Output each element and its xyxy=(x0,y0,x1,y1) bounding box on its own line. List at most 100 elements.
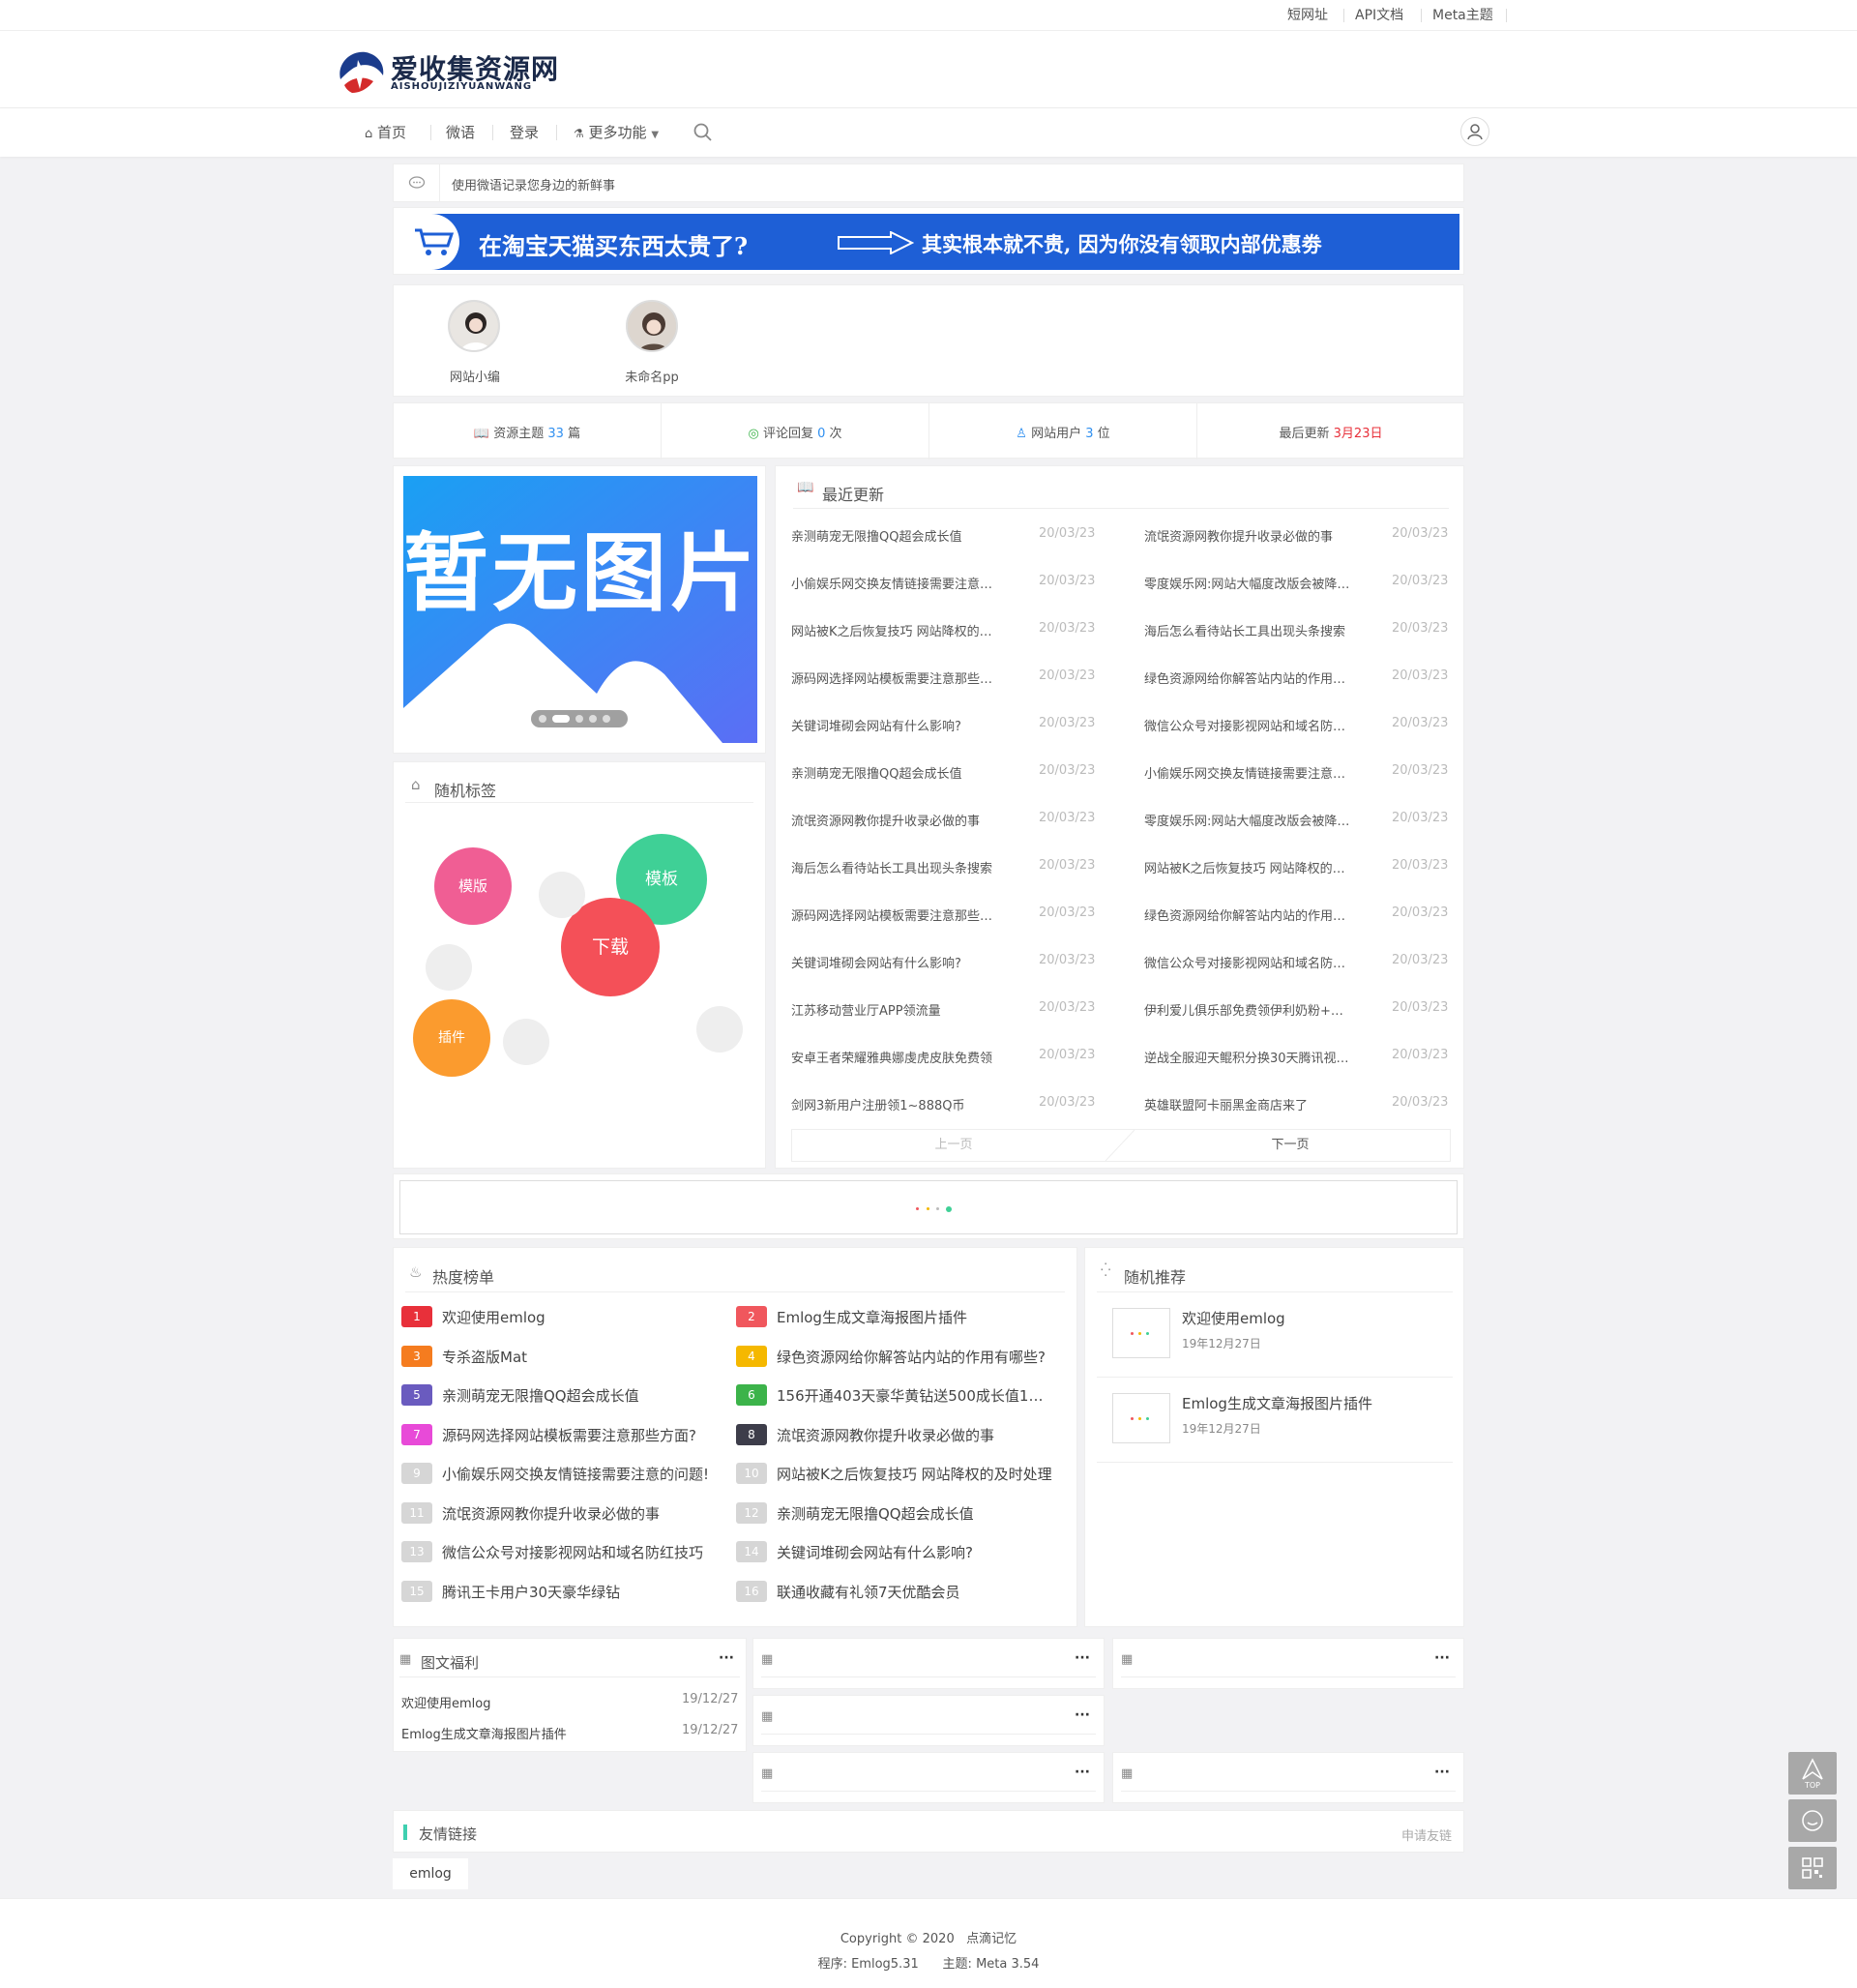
tag-bubble-empty[interactable] xyxy=(696,1006,743,1053)
hot-list-item[interactable]: 2 Emlog生成文章海报图片插件 xyxy=(736,1306,1065,1329)
list-item[interactable]: Emlog生成文章海报图片插件 19年12月27日 xyxy=(1097,1378,1453,1463)
more-button[interactable]: ··· xyxy=(1075,1650,1090,1666)
user-avatar-icon[interactable] xyxy=(1460,117,1489,146)
hot-list-item[interactable]: 3 专杀盗版Mat xyxy=(401,1345,730,1369)
divider xyxy=(492,125,493,140)
recent-list-item[interactable]: 江苏移动营业厅APP领流量 20/03/23 xyxy=(791,1000,1099,1020)
loading-dot xyxy=(936,1207,939,1210)
hot-list-item[interactable]: 5 亲测萌宠无限撸QQ超会成长值 xyxy=(401,1384,730,1408)
apply-link-button[interactable]: 申请友链 xyxy=(1401,1825,1452,1844)
recent-list-item[interactable]: 关键词堆砌会网站有什么影响? 20/03/23 xyxy=(791,716,1099,735)
hot-list-item[interactable]: 11 流氓资源网教你提升收录必做的事 xyxy=(401,1501,730,1526)
recent-list-item[interactable]: 小偷娱乐网交换友情链接需要注意的问题! 20/03/23 xyxy=(791,574,1099,593)
top-link-meta-theme[interactable]: Meta主题 xyxy=(1432,5,1493,26)
list-item[interactable]: 欢迎使用emlog 19年12月27日 xyxy=(1097,1292,1453,1378)
search-icon[interactable] xyxy=(693,122,714,143)
friend-link[interactable]: emlog xyxy=(393,1858,468,1889)
nav-more[interactable]: ⚗ 更多功能 ▼ xyxy=(574,120,659,145)
program-link[interactable]: Emlog5.31 xyxy=(851,1957,919,1972)
item-title: 源码网选择网站模板需要注意那些方面? xyxy=(791,672,999,687)
recent-list-item[interactable]: 亲测萌宠无限撸QQ超会成长值 20/03/23 xyxy=(791,526,1099,546)
hot-list-item[interactable]: 8 流氓资源网教你提升收录必做的事 xyxy=(736,1423,1065,1447)
hot-list-item[interactable]: 10 网站被K之后恢复技巧 网站降权的及时处理 xyxy=(736,1463,1065,1486)
recent-list-item[interactable]: 英雄联盟阿卡丽黑金商店来了 20/03/23 xyxy=(1144,1095,1452,1114)
stat-comments: ◎ 评论回复 0 次 xyxy=(662,423,928,441)
slider-image[interactable]: 暂无图片 xyxy=(403,476,757,743)
recent-list-item[interactable]: 逆战全服迎天鲲积分换30天腾讯视频会员 20/03/23 xyxy=(1144,1048,1452,1067)
recent-list-item[interactable]: 伊利爱儿俱乐部免费领伊利奶粉+礼品 20/03/23 xyxy=(1144,1000,1452,1020)
slider-dot[interactable] xyxy=(603,715,610,723)
recent-list-item[interactable]: 流氓资源网教你提升收录必做的事 20/03/23 xyxy=(791,811,1099,830)
card-header: ♨ 热度榜单 xyxy=(405,1258,1065,1292)
slider-dot[interactable] xyxy=(589,715,597,723)
slider-dot[interactable] xyxy=(539,715,546,723)
hot-list-item[interactable]: 13 微信公众号对接影视网站和域名防红技巧 xyxy=(401,1541,730,1564)
hot-list-item[interactable]: 6 156开通403天豪华黄钻送500成长值1年超级会员 xyxy=(736,1384,1065,1408)
tag-bubble-empty[interactable] xyxy=(503,1019,549,1065)
recent-list-item[interactable]: 海后怎么看待站长工具出现头条搜索 20/03/23 xyxy=(1144,621,1452,640)
back-to-top-button[interactable]: TOP xyxy=(1788,1752,1837,1795)
rank-title: 微信公众号对接影视网站和域名防红技巧 xyxy=(442,1544,704,1561)
slider-dot-active[interactable] xyxy=(552,715,570,723)
hot-list-item[interactable]: 12 亲测萌宠无限撸QQ超会成长值 xyxy=(736,1501,1065,1526)
recent-list-item[interactable]: 源码网选择网站模板需要注意那些方面? 20/03/23 xyxy=(791,668,1099,688)
avatar[interactable] xyxy=(626,300,678,352)
more-button[interactable]: ··· xyxy=(1434,1650,1450,1666)
top-link-api-docs[interactable]: API文档 xyxy=(1355,5,1403,26)
recent-list-item[interactable]: 网站被K之后恢复技巧 网站降权的及时处理 20/03/23 xyxy=(1144,858,1452,877)
recent-list-item[interactable]: 微信公众号对接影视网站和域名防红技巧 20/03/23 xyxy=(1144,716,1452,735)
more-button[interactable]: ··· xyxy=(1434,1765,1450,1780)
prev-page-button[interactable]: 上一页 xyxy=(792,1130,1115,1161)
hot-list-item[interactable]: 7 源码网选择网站模板需要注意那些方面? xyxy=(401,1423,730,1447)
recent-list-item[interactable]: 海后怎么看待站长工具出现头条搜索 20/03/23 xyxy=(791,858,1099,877)
recent-list-item[interactable]: 流氓资源网教你提升收录必做的事 20/03/23 xyxy=(1144,526,1452,546)
hot-list-item[interactable]: 1 欢迎使用emlog xyxy=(401,1306,730,1329)
footer-site-link[interactable]: 点滴记忆 xyxy=(966,1932,1017,1946)
recent-list-item[interactable]: 剑网3新用户注册领1~888Q币 20/03/23 xyxy=(791,1095,1099,1114)
nav-login[interactable]: 登录 xyxy=(510,120,539,145)
theme-link[interactable]: Meta 3.54 xyxy=(976,1957,1039,1972)
hot-list-item[interactable]: 14 关键词堆砌会网站有什么影响? xyxy=(736,1541,1065,1564)
site-logo[interactable]: 爱收集资源网 AISHOUJIZIYUANWANG xyxy=(335,46,558,97)
tag-bubble[interactable]: 模版 xyxy=(434,847,512,925)
top-link-short-url[interactable]: 短网址 xyxy=(1287,5,1328,26)
qrcode-button[interactable] xyxy=(1788,1847,1837,1889)
recent-list-item[interactable]: 零度娱乐网:网站大幅度改版会被降权吗 20/03/23 xyxy=(1144,811,1452,830)
hot-list-item[interactable]: 9 小偷娱乐网交换友情链接需要注意的问题! xyxy=(401,1463,730,1486)
recent-list-item[interactable]: 微信公众号对接影视网站和域名防红技巧 20/03/23 xyxy=(1144,953,1452,972)
more-button[interactable]: ··· xyxy=(1075,1707,1090,1723)
banner-ad[interactable]: 在淘宝天猫买东西太贵了? 其实根本就不贵, 因为你没有领取内部优惠劵 xyxy=(399,214,1459,270)
user-name[interactable]: 未命名pp xyxy=(616,367,688,385)
nav-home[interactable]: ⌂ 首页 xyxy=(365,120,406,145)
tag-bubble-empty[interactable] xyxy=(426,944,472,991)
more-button[interactable]: ··· xyxy=(1075,1765,1090,1780)
user-name[interactable]: 网站小编 xyxy=(446,367,504,385)
rank-badge: 11 xyxy=(401,1501,432,1524)
recent-list-item[interactable]: 绿色资源网给你解答站内站的作用有哪些? 20/03/23 xyxy=(1144,668,1452,688)
rank-title: 绿色资源网给你解答站内站的作用有哪些? xyxy=(777,1348,1046,1366)
item-date: 20/03/23 xyxy=(1039,1095,1096,1110)
hot-list-item[interactable]: 16 联通收藏有礼领7天优酷会员 xyxy=(736,1580,1065,1604)
nav-weiyu[interactable]: 微语 xyxy=(446,120,475,145)
recent-list-item[interactable]: 网站被K之后恢复技巧 网站降权的及时处理 20/03/23 xyxy=(791,621,1099,640)
comment-button[interactable] xyxy=(1788,1799,1837,1842)
tag-bubble-empty[interactable] xyxy=(539,872,585,918)
avatar[interactable] xyxy=(448,300,500,352)
slider-dot[interactable] xyxy=(575,715,583,723)
tag-bubble[interactable]: 插件 xyxy=(413,999,490,1077)
list-item-title[interactable]: Emlog生成文章海报图片插件 xyxy=(401,1724,567,1742)
recent-list-item[interactable]: 绿色资源网给你解答站内站的作用有哪些? 20/03/23 xyxy=(1144,905,1452,925)
recent-list-item[interactable]: 源码网选择网站模板需要注意那些方面? 20/03/23 xyxy=(791,905,1099,925)
recent-list-item[interactable]: 安卓王者荣耀雅典娜虔虎皮肤免费领 20/03/23 xyxy=(791,1048,1099,1067)
recent-list-item[interactable]: 小偷娱乐网交换友情链接需要注意的问题! 20/03/23 xyxy=(1144,763,1452,783)
hot-list-item[interactable]: 4 绿色资源网给你解答站内站的作用有哪些? xyxy=(736,1345,1065,1369)
recent-list-item[interactable]: 关键词堆砌会网站有什么影响? 20/03/23 xyxy=(791,953,1099,972)
hot-list-item[interactable]: 15 腾讯王卡用户30天豪华绿钻 xyxy=(401,1580,730,1604)
list-item-title[interactable]: 欢迎使用emlog xyxy=(401,1693,490,1711)
notice-text[interactable]: 使用微语记录您身边的新鲜事 xyxy=(452,175,615,193)
recent-list-item[interactable]: 亲测萌宠无限撸QQ超会成长值 20/03/23 xyxy=(791,763,1099,783)
more-button[interactable]: ··· xyxy=(719,1650,734,1666)
next-page-button[interactable]: 下一页 xyxy=(1129,1130,1452,1161)
recent-list-item[interactable]: 零度娱乐网:网站大幅度改版会被降权吗 20/03/23 xyxy=(1144,574,1452,593)
hot-ranking-card: ♨ 热度榜单 1 欢迎使用emlog 2 Emlog生成文章海报图片插件 3 专杀盗版Ma… xyxy=(393,1247,1077,1627)
